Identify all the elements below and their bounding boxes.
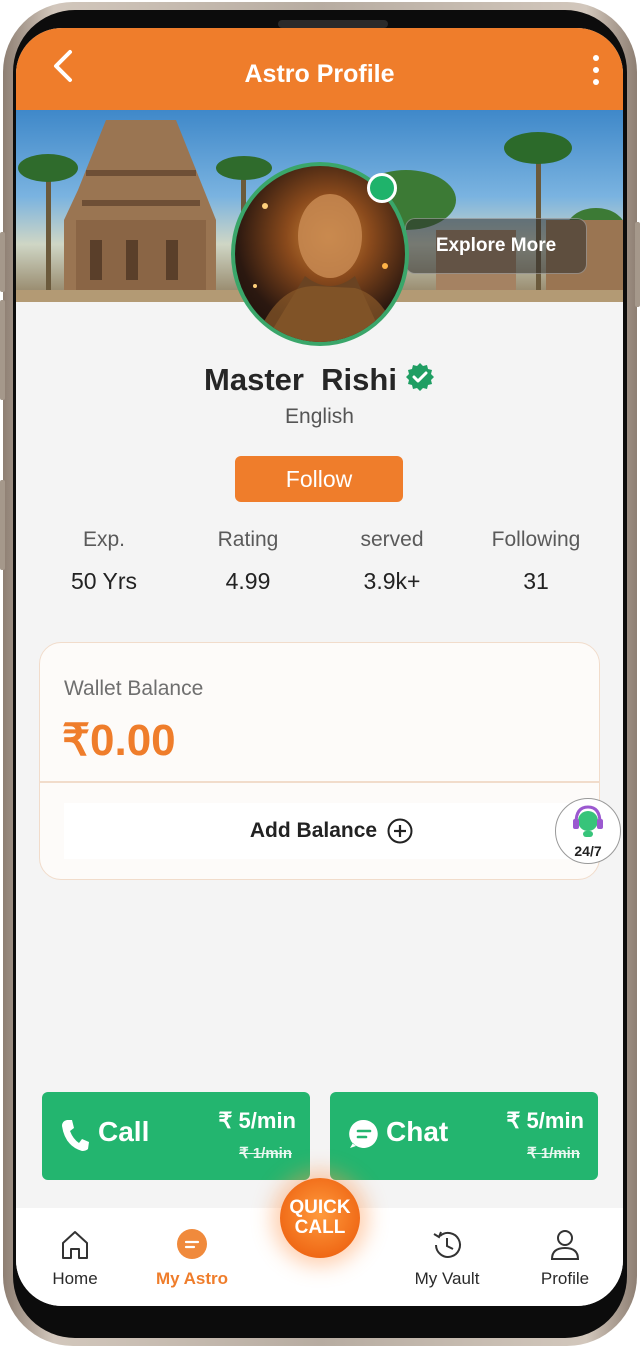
chat-old-price: ₹ 1/min <box>527 1145 580 1162</box>
wallet-amount: ₹0.00 <box>62 716 176 765</box>
call-price: ₹ 5/min <box>218 1108 296 1133</box>
stat-served: served 3.9k+ <box>322 528 462 595</box>
nav-my-vault[interactable]: My Vault <box>402 1228 492 1289</box>
stat-experience: Exp. 50 Yrs <box>34 528 174 595</box>
explore-more-button[interactable]: Explore More <box>405 218 587 274</box>
volume-button <box>0 232 5 292</box>
nav-label: My Vault <box>414 1269 480 1288</box>
call-label: Call <box>98 1116 150 1147</box>
quick-call-line2: CALL <box>294 1217 346 1238</box>
wallet-card: Wallet Balance ₹0.00 Add Balance <box>39 642 600 880</box>
side-button <box>0 480 5 570</box>
nav-home[interactable]: Home <box>30 1228 120 1289</box>
language-text: English <box>285 405 354 428</box>
astrologer-name: Master Rishi <box>204 362 397 397</box>
power-button <box>635 222 640 307</box>
app-bar: Astro Profile <box>16 28 623 110</box>
stat-rating: Rating 4.99 <box>178 528 318 595</box>
call-old-price: ₹ 1/min <box>239 1145 292 1162</box>
stat-value: 4.99 <box>225 568 271 594</box>
nav-label: Profile <box>540 1269 590 1288</box>
stat-value: 3.9k+ <box>363 568 421 594</box>
stat-label: Following <box>491 528 581 551</box>
chat-bubble-icon <box>177 1229 207 1259</box>
wallet-label: Wallet Balance <box>64 677 204 700</box>
nav-my-astro[interactable]: My Astro <box>147 1228 237 1289</box>
support-label: 24/7 <box>574 843 602 859</box>
more-options-icon[interactable] <box>591 52 601 88</box>
call-button[interactable]: Call ₹ 5/min ₹ 1/min <box>42 1092 310 1180</box>
stat-following: Following 31 <box>466 528 606 595</box>
stat-value: 50 Yrs <box>70 568 138 594</box>
chat-icon <box>349 1119 378 1148</box>
stat-label: Exp. <box>82 528 126 551</box>
chat-price: ₹ 5/min <box>506 1108 584 1133</box>
page-title: Astro Profile <box>244 60 395 88</box>
chat-label: Chat <box>386 1116 449 1147</box>
online-status-dot <box>367 173 397 203</box>
wallet-divider <box>40 781 599 783</box>
volume-button <box>0 300 5 400</box>
support-247-button[interactable]: 24/7 <box>555 798 621 864</box>
add-balance-label: Add Balance <box>249 819 378 842</box>
quick-call-button[interactable]: QUICK CALL <box>280 1178 360 1258</box>
stat-label: Rating <box>217 528 279 551</box>
home-icon <box>62 1231 88 1259</box>
nav-profile[interactable]: Profile <box>520 1228 610 1289</box>
earpiece <box>278 20 388 28</box>
app-screen: Astro Profile Explore More Master Rishi … <box>16 28 623 1306</box>
stat-value: 31 <box>523 568 549 594</box>
support-agent-icon <box>573 805 603 837</box>
add-balance-button[interactable]: Add Balance <box>64 803 599 859</box>
astrologer-name-row: Master Rishi <box>16 362 623 398</box>
nav-label: Home <box>52 1269 98 1288</box>
nav-label: My Astro <box>155 1269 229 1288</box>
chat-button[interactable]: Chat ₹ 5/min ₹ 1/min <box>330 1092 598 1180</box>
phone-icon <box>62 1120 89 1151</box>
stat-label: served <box>360 528 424 551</box>
follow-button[interactable]: Follow <box>235 456 403 502</box>
plus-circle-icon <box>387 818 413 844</box>
history-icon <box>433 1231 461 1258</box>
verified-badge-icon <box>405 363 434 391</box>
user-icon <box>550 1230 580 1260</box>
quick-call-line1: QUICK <box>289 1197 351 1218</box>
